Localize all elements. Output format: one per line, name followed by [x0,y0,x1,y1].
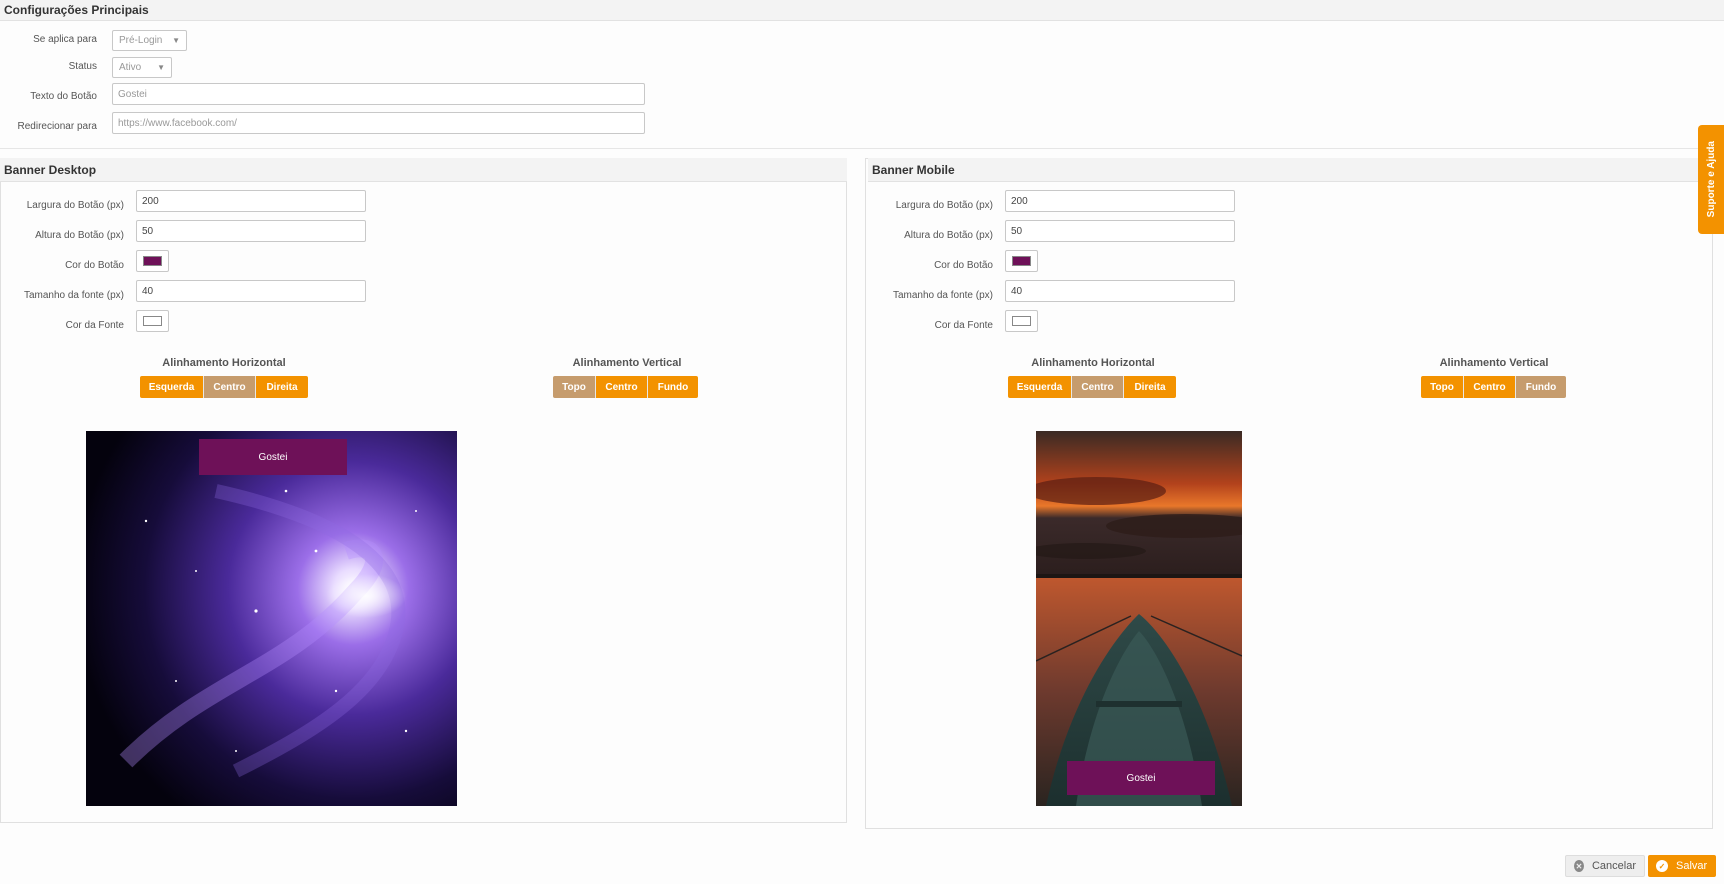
mobile-h-align-left[interactable]: Esquerda [1008,376,1072,398]
desktop-h-align-group: Esquerda Centro Direita [140,376,308,398]
desktop-h-align-center[interactable]: Centro [204,376,256,398]
desktop-v-align-bottom[interactable]: Fundo [648,376,698,398]
desktop-button-color-label: Cor do Botão [65,260,124,271]
mobile-v-align-top[interactable]: Topo [1421,376,1464,398]
cancel-button-label: Cancelar [1591,860,1636,872]
desktop-font-size-input[interactable]: 40 [136,280,366,302]
sunset-boat-image [1036,431,1242,806]
desktop-banner-preview: Gostei [86,431,457,806]
status-select-value: Ativo [119,62,142,73]
mobile-v-align-bottom[interactable]: Fundo [1516,376,1566,398]
chevron-down-icon: ▼ [172,36,180,45]
desktop-height-label: Altura do Botão (px) [35,230,124,241]
mobile-width-label: Largura do Botão (px) [895,200,993,211]
status-label: Status [68,61,97,72]
mobile-h-align-title: Alinhamento Horizontal [1031,357,1155,369]
mobile-v-align-group: Topo Centro Fundo [1421,376,1566,398]
mobile-font-color-picker[interactable] [1005,310,1038,332]
desktop-h-align-left[interactable]: Esquerda [140,376,204,398]
mobile-title: Banner Mobile [872,162,955,177]
color-swatch [1012,256,1031,266]
desktop-button-color-picker[interactable] [136,250,169,272]
color-swatch [143,256,162,266]
desktop-font-size-label: Tamanho da fonte (px) [23,290,124,301]
mobile-button-color-picker[interactable] [1005,250,1038,272]
mobile-preview-button: Gostei [1067,761,1215,795]
color-swatch [143,316,162,326]
desktop-font-color-picker[interactable] [136,310,169,332]
button-text-input[interactable]: Gostei [112,83,645,105]
applies-label: Se aplica para [33,34,97,45]
support-help-label: Suporte e Ajuda [1705,141,1717,218]
redirect-input[interactable]: https://www.facebook.com/ [112,112,645,134]
mobile-font-size-label: Tamanho da fonte (px) [892,290,993,301]
mobile-h-align-center[interactable]: Centro [1072,376,1124,398]
desktop-h-align-right[interactable]: Direita [256,376,308,398]
status-select[interactable]: Ativo ▼ [112,57,172,78]
save-button[interactable]: ✓ Salvar [1648,855,1716,877]
desktop-v-align-top[interactable]: Topo [553,376,596,398]
mobile-v-align-center[interactable]: Centro [1464,376,1516,398]
redirect-label: Redirecionar para [17,121,98,132]
desktop-height-input[interactable]: 50 [136,220,366,242]
desktop-header: Banner Desktop [0,158,847,182]
close-icon: ✕ [1574,860,1584,872]
galaxy-image [86,431,457,806]
mobile-button-color-label: Cor do Botão [934,260,993,271]
button-text-label: Texto do Botão [30,91,97,102]
check-icon: ✓ [1656,860,1668,872]
color-swatch [1012,316,1031,326]
mobile-v-align-title: Alinhamento Vertical [1439,357,1549,369]
desktop-width-label: Largura do Botão (px) [26,200,124,211]
chevron-down-icon: ▼ [157,63,165,72]
mobile-font-color-label: Cor da Fonte [934,320,993,331]
save-button-label: Salvar [1676,860,1708,872]
mobile-panel [865,158,1713,829]
main-settings-header: Configurações Principais [0,0,1724,21]
desktop-font-color-label: Cor da Fonte [65,320,124,331]
desktop-h-align-title: Alinhamento Horizontal [162,357,286,369]
mobile-height-input[interactable]: 50 [1005,220,1235,242]
mobile-h-align-right[interactable]: Direita [1124,376,1176,398]
support-help-tab[interactable]: Suporte e Ajuda [1698,125,1724,234]
mobile-height-label: Altura do Botão (px) [904,230,993,241]
desktop-v-align-title: Alinhamento Vertical [572,357,682,369]
desktop-v-align-center[interactable]: Centro [596,376,648,398]
desktop-v-align-group: Topo Centro Fundo [553,376,698,398]
main-settings-title: Configurações Principais [4,3,149,17]
mobile-font-size-input[interactable]: 40 [1005,280,1235,302]
desktop-title: Banner Desktop [4,162,97,177]
mobile-h-align-group: Esquerda Centro Direita [1008,376,1176,398]
desktop-preview-button: Gostei [199,439,347,475]
mobile-width-input[interactable]: 200 [1005,190,1235,212]
mobile-header: Banner Mobile [868,158,1713,182]
mobile-banner-preview: Gostei [1036,431,1242,806]
applies-select[interactable]: Pré-Login ▼ [112,30,187,51]
desktop-width-input[interactable]: 200 [136,190,366,212]
divider [0,148,1724,149]
applies-select-value: Pré-Login [119,35,163,46]
cancel-button[interactable]: ✕ Cancelar [1565,855,1645,877]
